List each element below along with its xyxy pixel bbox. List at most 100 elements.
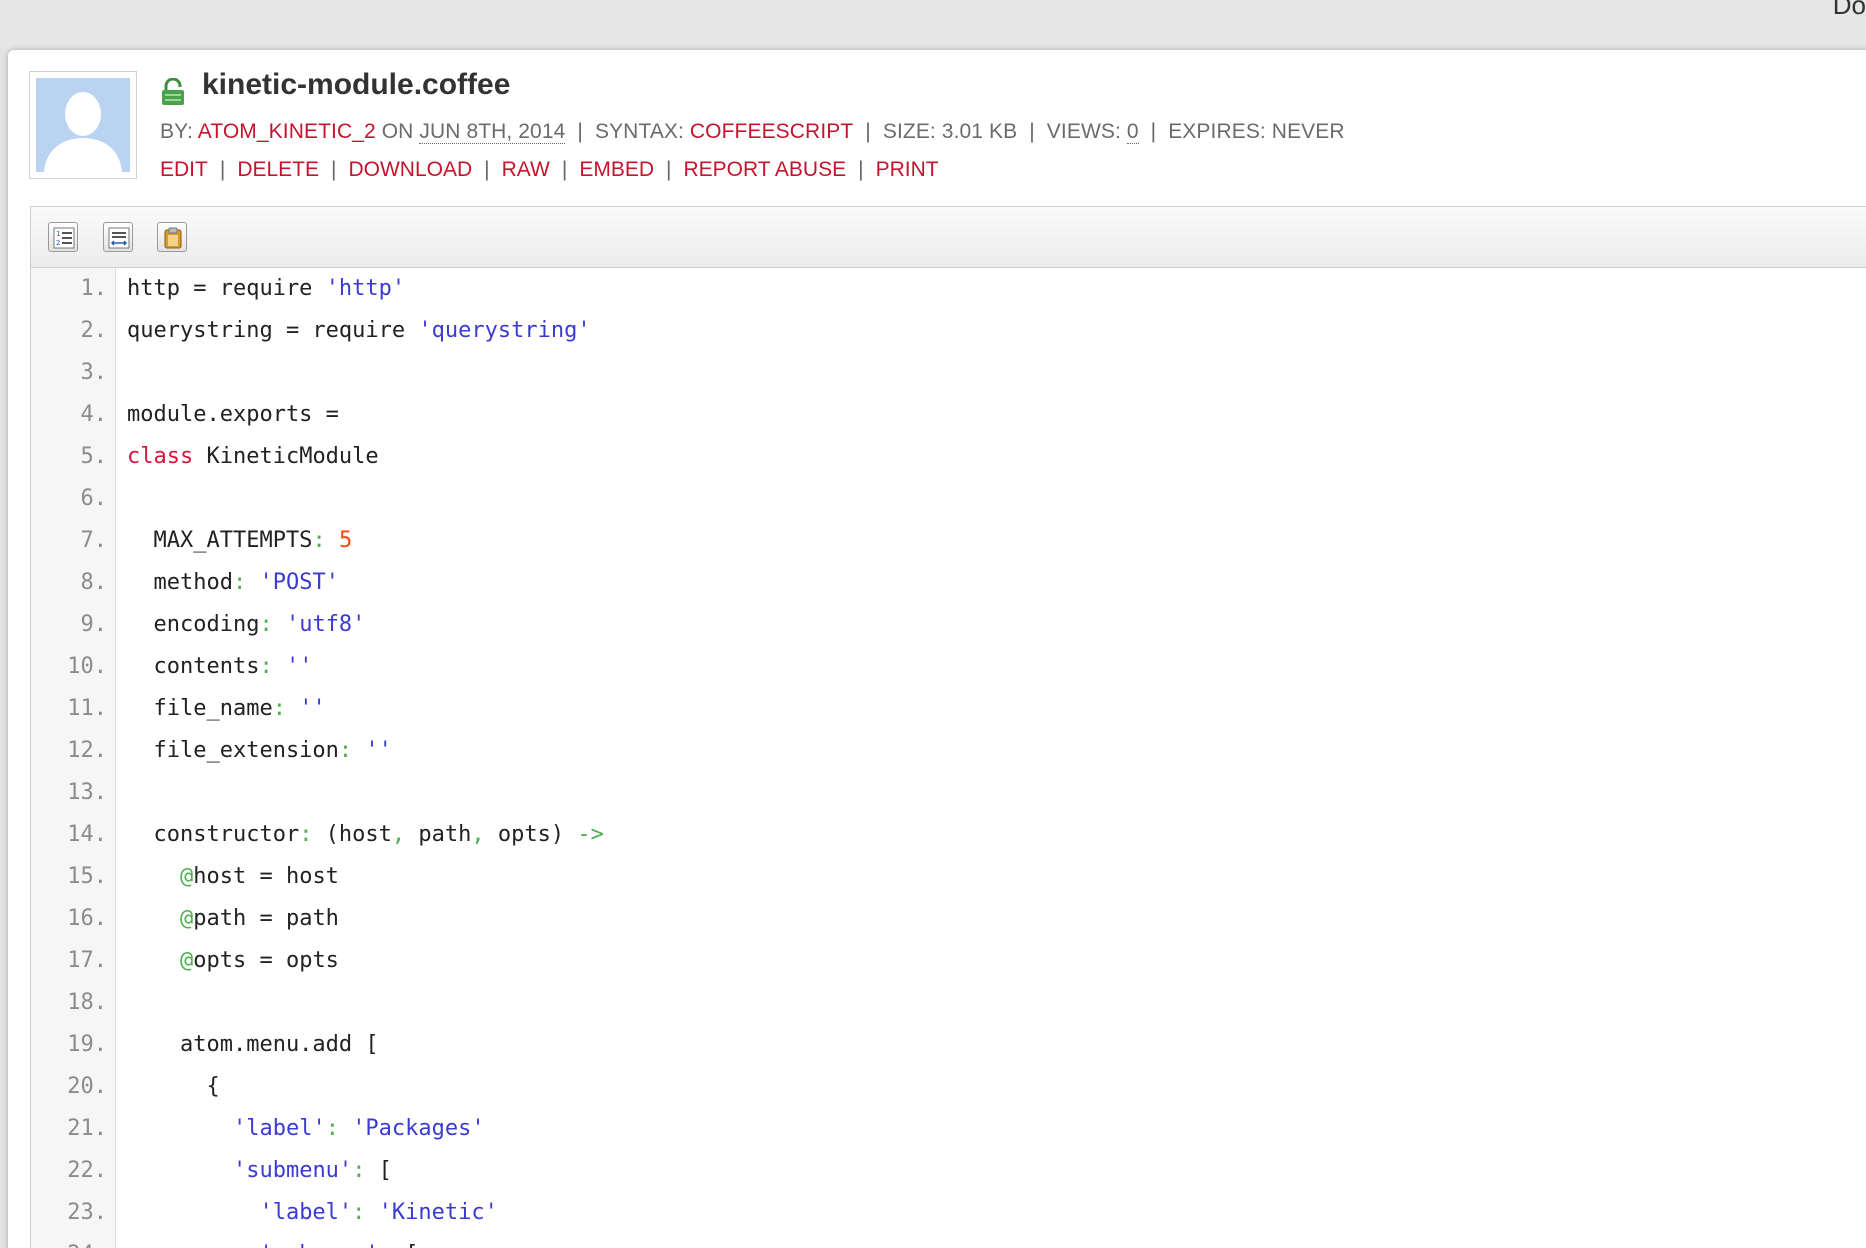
line-number: 8.: [80, 570, 108, 595]
edit-link[interactable]: EDIT: [160, 158, 208, 181]
code-token: :: [325, 1116, 339, 1141]
separator: |: [1029, 120, 1035, 143]
line-number: 9.: [80, 612, 108, 637]
line-number: 12.: [67, 738, 107, 763]
code-token: ,: [471, 822, 485, 847]
code-token: module.exports =: [127, 402, 339, 427]
separator: |: [219, 158, 226, 181]
code-token: 5: [338, 528, 353, 553]
code-token: :: [379, 1242, 392, 1248]
toggle-line-numbers-icon: 1 2: [53, 227, 75, 249]
line-number: 22.: [67, 1158, 107, 1183]
code-token: :: [232, 570, 247, 595]
embed-link[interactable]: EMBED: [579, 158, 654, 181]
line-source: method: 'POST': [127, 562, 339, 604]
line-number: 23.: [67, 1200, 107, 1225]
code-token: 'POST': [259, 570, 339, 595]
line-number: 19.: [67, 1032, 107, 1057]
code-token: http = require: [127, 276, 326, 301]
line-source: module.exports =: [127, 394, 339, 436]
code-token: :: [259, 654, 273, 679]
code-token: contents: [127, 654, 260, 679]
code-line: 23. 'label': 'Kinetic': [31, 1192, 1866, 1234]
copy-clipboard-button[interactable]: [157, 222, 187, 252]
toggle-line-numbers-button[interactable]: 1 2: [48, 222, 78, 252]
on-label: ON: [381, 120, 414, 143]
line-number: 13.: [67, 780, 107, 805]
line-number: 14.: [67, 822, 107, 847]
avatar[interactable]: [29, 71, 137, 179]
code-token: encoding: [127, 612, 260, 637]
toggle-wrap-icon: [108, 227, 130, 249]
code-line: 16. @path = path: [31, 898, 1866, 940]
line-source: @opts = opts: [127, 940, 339, 982]
author-link[interactable]: ATOM_KINETIC_2: [198, 120, 376, 143]
code-token: 'submenu': [259, 1242, 378, 1248]
code-line: 6.: [31, 478, 1866, 520]
code-line: 4. module.exports =: [31, 394, 1866, 436]
code-token: :: [299, 822, 313, 847]
code-lines: 1. http = require 'http' 2. querystring = r…: [31, 268, 1866, 1248]
code-token: [: [392, 1242, 418, 1248]
code-token: MAX_ATTEMPTS: [127, 528, 313, 553]
code-token: path: [405, 822, 472, 847]
toggle-wrap-button[interactable]: [103, 222, 133, 252]
code-token: 'Kinetic': [378, 1200, 498, 1225]
code-line: 20. {: [31, 1066, 1866, 1108]
syntax-label: SYNTAX:: [594, 120, 684, 143]
code-token: path = path: [193, 906, 339, 931]
raw-link[interactable]: RAW: [502, 158, 550, 181]
code-line: 13.: [31, 772, 1866, 814]
line-source: atom.menu.add [: [127, 1024, 379, 1066]
code-token: opts = opts: [193, 948, 339, 973]
code-token: :: [338, 738, 353, 763]
separator: |: [1150, 120, 1157, 143]
code-token: @: [179, 864, 194, 889]
line-number: 10.: [67, 654, 107, 679]
code-line: 14. constructor: (host, path, opts) ->: [31, 814, 1866, 856]
syntax-link[interactable]: COFFEESCRIPT: [690, 120, 853, 143]
code-token: 'http': [325, 276, 406, 301]
code-line: 18.: [31, 982, 1866, 1024]
line-number: 3.: [80, 360, 108, 385]
line-source: http = require 'http': [127, 268, 405, 310]
download-link[interactable]: DOWNLOAD: [348, 158, 472, 181]
code-token: ,: [391, 822, 406, 847]
paste-actions: EDIT | DELETE | DOWNLOAD | RAW | EMBED | REPORT AB…: [160, 158, 939, 182]
code-token: opts): [484, 822, 578, 847]
separator: |: [858, 158, 864, 181]
code-token: :: [352, 1158, 366, 1183]
line-number: 6.: [80, 486, 108, 511]
print-link[interactable]: PRINT: [876, 158, 939, 181]
delete-link[interactable]: DELETE: [237, 158, 319, 181]
code-line: 5. class KineticModule: [31, 436, 1866, 478]
report-abuse-link[interactable]: REPORT ABUSE: [683, 158, 846, 181]
line-source: @host = host: [127, 856, 339, 898]
code-token: file_extension: [127, 738, 339, 763]
line-number: 18.: [67, 990, 107, 1015]
line-number: 15.: [67, 864, 107, 889]
code-token: 'utf8': [285, 612, 366, 637]
line-number: 4.: [80, 402, 108, 427]
separator: |: [561, 158, 568, 181]
svg-text:1: 1: [56, 230, 60, 238]
copy-clipboard-icon: [164, 227, 182, 249]
line-source: {: [127, 1066, 219, 1108]
code-token: 'querystring': [418, 318, 591, 343]
code-token: KineticModule: [193, 444, 379, 469]
line-number: 17.: [67, 948, 107, 973]
code-line: 15. @host = host: [31, 856, 1866, 898]
line-source: MAX_ATTEMPTS: 5: [127, 520, 352, 562]
code-line: 1. http = require 'http': [31, 268, 1866, 310]
code-token: 'label': [259, 1200, 353, 1225]
code-line: 19. atom.menu.add [: [31, 1024, 1866, 1066]
